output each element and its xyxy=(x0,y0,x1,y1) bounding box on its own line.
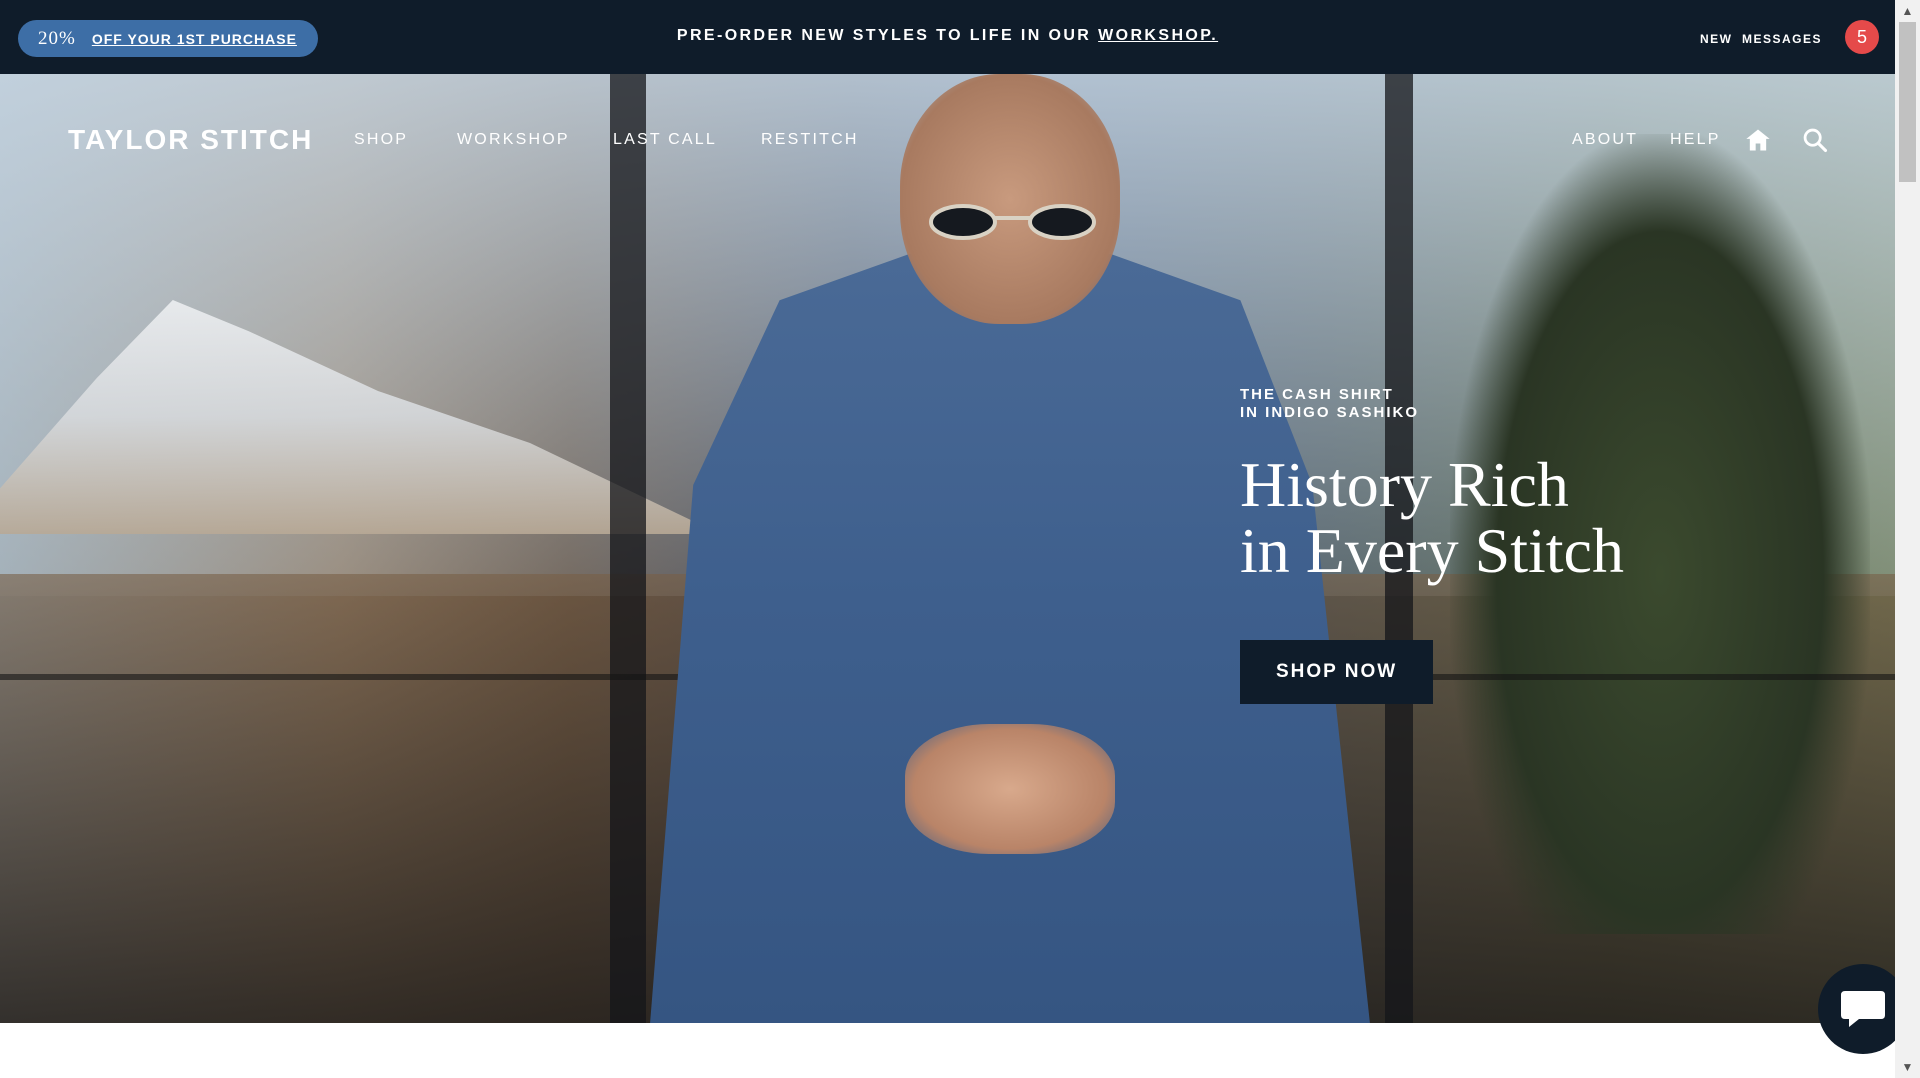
nav-item-workshop[interactable]: WORKSHOP xyxy=(457,131,570,149)
hero-copy: THE CASH SHIRT IN INDIGO SASHIKO History… xyxy=(1240,386,1624,704)
page-scrollbar[interactable]: ▲ ▼ xyxy=(1895,0,1920,1078)
messages-new-label[interactable]: NEW xyxy=(1700,32,1733,46)
scroll-up-arrow-icon[interactable]: ▲ xyxy=(1901,4,1914,18)
hero-headline-line2: in Every Stitch xyxy=(1240,515,1624,586)
main-nav: TAYLOR STITCH SHOP WORKSHOP LAST CALL RE… xyxy=(0,74,1895,184)
home-icon[interactable] xyxy=(1744,126,1772,154)
announcement-text: PRE-ORDER NEW STYLES TO LIFE IN OUR WORK… xyxy=(0,27,1895,45)
announcement-bar: 20% OFF YOUR 1ST PURCHASE PRE-ORDER NEW … xyxy=(0,0,1895,74)
announcement-message: PRE-ORDER NEW STYLES TO LIFE IN OUR xyxy=(676,27,1099,44)
scroll-thumb[interactable] xyxy=(1899,22,1916,182)
hero-banner: THE CASH SHIRT IN INDIGO SASHIKO History… xyxy=(0,74,1895,1023)
nav-item-restitch[interactable]: RESTITCH xyxy=(761,131,859,149)
nav-item-last-call[interactable]: LAST CALL xyxy=(613,131,717,149)
chat-bubble-icon xyxy=(1841,991,1885,1027)
nav-item-shop[interactable]: SHOP xyxy=(354,131,408,149)
hero-headline-line1: History Rich xyxy=(1240,449,1569,520)
hero-eyebrow-line2: IN INDIGO SASHIKO xyxy=(1240,404,1420,421)
messages-label[interactable]: MESSAGES xyxy=(1742,32,1822,46)
brand-logo[interactable]: TAYLOR STITCH xyxy=(68,124,313,156)
scroll-down-arrow-icon[interactable]: ▼ xyxy=(1901,1060,1914,1074)
hero-eyebrow-line1: THE CASH SHIRT xyxy=(1240,386,1394,403)
model-hands xyxy=(905,724,1115,854)
nav-item-about[interactable]: ABOUT xyxy=(1572,131,1638,149)
shop-now-button[interactable]: SHOP NOW xyxy=(1240,640,1434,704)
search-icon[interactable] xyxy=(1801,126,1829,154)
model-sunglasses xyxy=(929,204,1096,240)
workshop-link[interactable]: WORKSHOP. xyxy=(1098,27,1218,44)
nav-item-help[interactable]: HELP xyxy=(1670,131,1721,149)
messages-count-badge[interactable]: 5 xyxy=(1845,20,1879,54)
hero-post xyxy=(610,74,646,1023)
